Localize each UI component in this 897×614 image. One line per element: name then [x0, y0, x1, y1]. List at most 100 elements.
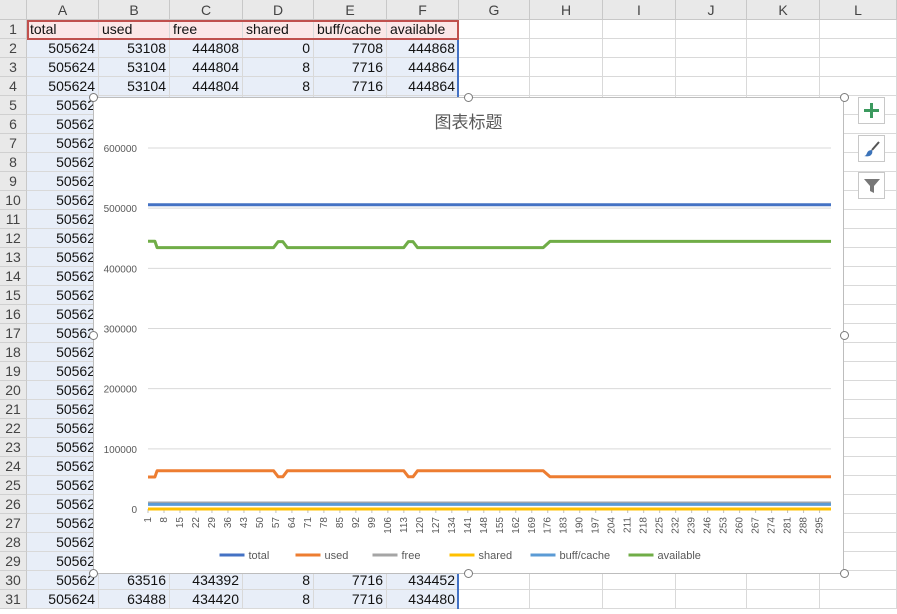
cell[interactable]: 50562: [27, 153, 99, 172]
cell[interactable]: 444868: [387, 39, 459, 58]
cell[interactable]: 7708: [314, 39, 387, 58]
cell[interactable]: 50562: [27, 286, 99, 305]
cell[interactable]: 53104: [99, 77, 170, 96]
cell[interactable]: 50562: [27, 267, 99, 286]
row-header[interactable]: 21: [0, 400, 27, 419]
select-all-corner[interactable]: [0, 0, 27, 20]
cell[interactable]: 444804: [170, 58, 243, 77]
cell[interactable]: 434420: [170, 590, 243, 609]
chart-resize-handle-mr[interactable]: [840, 331, 849, 340]
row-header[interactable]: 1: [0, 20, 27, 39]
cell[interactable]: [459, 58, 530, 77]
row-header[interactable]: 13: [0, 248, 27, 267]
cell[interactable]: 53108: [99, 39, 170, 58]
cell[interactable]: 505624: [27, 39, 99, 58]
cell[interactable]: 50562: [27, 476, 99, 495]
row-header[interactable]: 28: [0, 533, 27, 552]
row-header[interactable]: 23: [0, 438, 27, 457]
column-header-g[interactable]: G: [459, 0, 530, 20]
cell[interactable]: [676, 590, 747, 609]
cell[interactable]: [676, 58, 747, 77]
row-header[interactable]: 17: [0, 324, 27, 343]
cell[interactable]: [603, 77, 676, 96]
chart-resize-handle-ml[interactable]: [89, 331, 98, 340]
cell[interactable]: [603, 39, 676, 58]
row-header[interactable]: 14: [0, 267, 27, 286]
chart-resize-handle-tm[interactable]: [464, 93, 473, 102]
cell[interactable]: 8: [243, 77, 314, 96]
row-header[interactable]: 7: [0, 134, 27, 153]
cell[interactable]: 50562: [27, 533, 99, 552]
cell[interactable]: 7716: [314, 77, 387, 96]
cell[interactable]: [676, 77, 747, 96]
cell[interactable]: 434480: [387, 590, 459, 609]
row-header[interactable]: 19: [0, 362, 27, 381]
cell[interactable]: [747, 58, 820, 77]
row-header[interactable]: 6: [0, 115, 27, 134]
cell[interactable]: 50562: [27, 248, 99, 267]
cell[interactable]: [747, 77, 820, 96]
column-header-h[interactable]: H: [530, 0, 603, 20]
cell[interactable]: 50562: [27, 96, 99, 115]
cell[interactable]: [603, 590, 676, 609]
header-cell[interactable]: buff/cache: [314, 20, 387, 39]
header-cell[interactable]: shared: [243, 20, 314, 39]
row-header[interactable]: 27: [0, 514, 27, 533]
cell[interactable]: 50562: [27, 134, 99, 153]
cell[interactable]: 444808: [170, 39, 243, 58]
column-header-b[interactable]: B: [99, 0, 170, 20]
cell[interactable]: [530, 590, 603, 609]
line-chart[interactable]: 图表标题 600000 500000 400000 300000 200000 10000…: [93, 97, 844, 574]
cell[interactable]: 50562: [27, 172, 99, 191]
cell[interactable]: 53104: [99, 58, 170, 77]
column-header-f[interactable]: F: [387, 0, 459, 20]
cell[interactable]: 444864: [387, 58, 459, 77]
cell[interactable]: [820, 39, 897, 58]
row-header[interactable]: 31: [0, 590, 27, 609]
row-header[interactable]: 11: [0, 210, 27, 229]
row-header[interactable]: 16: [0, 305, 27, 324]
cell[interactable]: [459, 590, 530, 609]
cell[interactable]: [820, 20, 897, 39]
cell[interactable]: 7716: [314, 590, 387, 609]
cell[interactable]: 0: [243, 39, 314, 58]
row-header[interactable]: 25: [0, 476, 27, 495]
cell[interactable]: 50562: [27, 495, 99, 514]
cell[interactable]: 50562: [27, 438, 99, 457]
column-header-e[interactable]: E: [314, 0, 387, 20]
chart-resize-handle-tr[interactable]: [840, 93, 849, 102]
cell[interactable]: [747, 590, 820, 609]
cell[interactable]: [820, 77, 897, 96]
row-header[interactable]: 5: [0, 96, 27, 115]
row-header[interactable]: 3: [0, 58, 27, 77]
chart-filters-button[interactable]: [858, 172, 885, 199]
header-cell[interactable]: used: [99, 20, 170, 39]
cell[interactable]: 50562: [27, 229, 99, 248]
cell[interactable]: 50562: [27, 210, 99, 229]
cell[interactable]: 444864: [387, 77, 459, 96]
row-header[interactable]: 10: [0, 191, 27, 210]
chart-resize-handle-bm[interactable]: [464, 569, 473, 578]
cell[interactable]: [676, 39, 747, 58]
cell[interactable]: 63488: [99, 590, 170, 609]
cell[interactable]: 50562: [27, 400, 99, 419]
chart-resize-handle-tl[interactable]: [89, 93, 98, 102]
row-header[interactable]: 8: [0, 153, 27, 172]
cell[interactable]: 50562: [27, 552, 99, 571]
row-header[interactable]: 26: [0, 495, 27, 514]
chart-styles-button[interactable]: [858, 135, 885, 162]
row-header[interactable]: 2: [0, 39, 27, 58]
column-header-c[interactable]: C: [170, 0, 243, 20]
header-cell[interactable]: total: [27, 20, 99, 39]
cell[interactable]: 8: [243, 58, 314, 77]
column-header-j[interactable]: J: [676, 0, 747, 20]
cell[interactable]: [530, 77, 603, 96]
cell[interactable]: [530, 39, 603, 58]
cell[interactable]: [747, 20, 820, 39]
column-header-a[interactable]: A: [27, 0, 99, 20]
row-header[interactable]: 24: [0, 457, 27, 476]
row-header[interactable]: 20: [0, 381, 27, 400]
chart-elements-button[interactable]: [858, 97, 885, 124]
cell[interactable]: 8: [243, 590, 314, 609]
cell[interactable]: [603, 20, 676, 39]
